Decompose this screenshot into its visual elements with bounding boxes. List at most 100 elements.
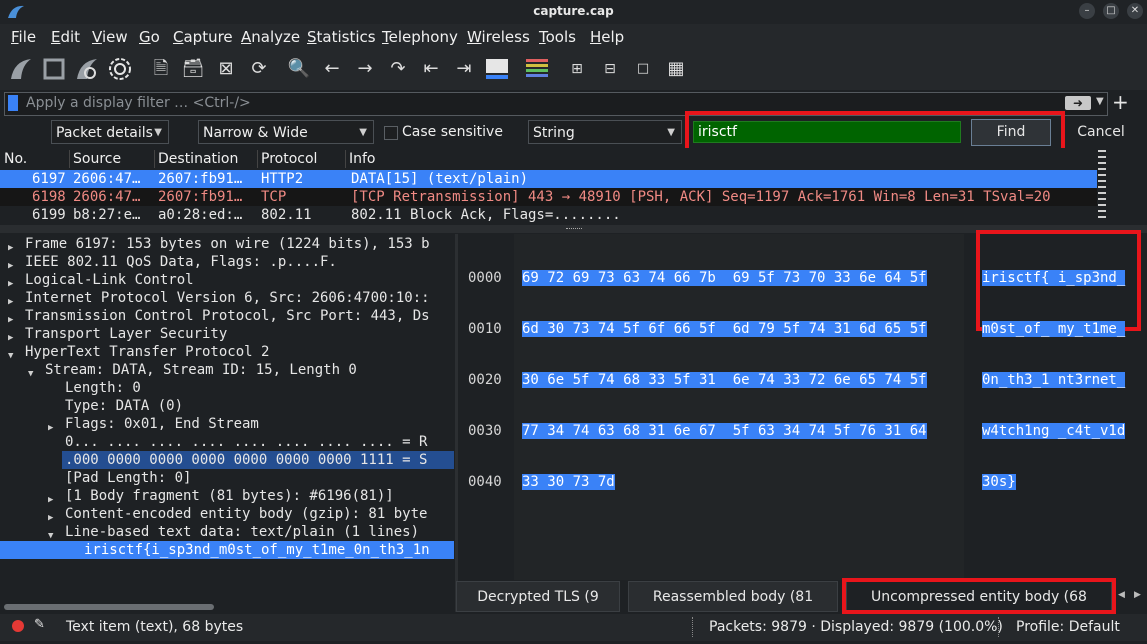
tab-decrypted-tls[interactable]: Decrypted TLS (9 bytes) <box>456 581 620 636</box>
tab-scroll-right-icon[interactable]: ▶ <box>1134 590 1141 600</box>
packet-list-scrollbar[interactable] <box>1098 150 1106 218</box>
hex-offset: 0000 <box>468 270 502 286</box>
search-icon[interactable]: 🔍 <box>286 56 312 82</box>
menu-edit[interactable]: Edit <box>51 28 80 46</box>
resize-columns-icon[interactable]: ▦ <box>663 56 689 82</box>
details-row[interactable]: .000 0000 0000 0000 0000 0000 0000 1111 … <box>0 451 454 469</box>
maximize-icon[interactable]: □ <box>1103 3 1119 19</box>
menu-view[interactable]: View <box>92 28 128 46</box>
details-row[interactable]: ▶ [1 Body fragment (81 bytes): #6196(81)] <box>0 487 454 505</box>
details-hscrollbar[interactable] <box>4 604 214 610</box>
hex-bytes[interactable]: 69 72 69 73 63 74 66 7b 69 5f 73 70 33 6… <box>522 236 927 508</box>
last-packet-icon[interactable]: ⇥ <box>451 56 477 82</box>
close-file-icon[interactable]: ⊠ <box>213 56 239 82</box>
packet-row[interactable]: 6198 2606:47… 2607:fb91… TCP [TCP Retran… <box>0 188 1097 206</box>
details-row-text: Logical-Link Control <box>25 272 194 288</box>
bookmark-icon[interactable] <box>8 95 18 111</box>
save-file-icon[interactable]: 🗃 <box>180 56 206 82</box>
status-profile[interactable]: Profile: Default <box>1016 619 1120 635</box>
packet-row[interactable]: 6199 b8:27:e… a0:28:ed:… 802.11 802.11 B… <box>0 206 1097 224</box>
details-row[interactable]: Length: 0 <box>0 379 454 397</box>
zoom-out-icon[interactable]: ⊟ <box>597 56 623 82</box>
details-row-text: .000 0000 0000 0000 0000 0000 0000 1111 … <box>65 452 428 468</box>
display-filter-placeholder: Apply a display filter … <Ctrl-/> <box>26 95 251 111</box>
column-header-protocol[interactable]: Protocol <box>261 151 317 167</box>
zoom-in-icon[interactable]: ⊞ <box>564 56 590 82</box>
hex-offset: 0020 <box>468 372 502 388</box>
hex-row: 30 6e 5f 74 68 33 5f 31 6e 74 33 72 6e 6… <box>522 372 927 388</box>
menu-file[interactable]: File <box>11 28 36 46</box>
apply-filter-arrow-icon[interactable]: ➜ <box>1065 96 1091 110</box>
arrow-left-icon[interactable]: ← <box>319 56 345 82</box>
colorize-icon[interactable] <box>524 56 550 82</box>
reload-file-icon[interactable]: ⟳ <box>246 56 272 82</box>
details-row[interactable]: ▶ Content-encoded entity body (gzip): 81 … <box>0 505 454 523</box>
column-header-no[interactable]: No. <box>4 151 27 167</box>
tab-reassembled-body[interactable]: Reassembled body (81 bytes) <box>628 581 838 636</box>
menu-analyze[interactable]: Analyze <box>241 28 300 46</box>
details-row-text: Line-based text data: text/plain (1 line… <box>65 524 420 540</box>
packet-details-pane: ▶ Frame 6197: 153 bytes on wire (1224 bit… <box>0 234 454 612</box>
close-icon[interactable]: ✕ <box>1127 3 1143 19</box>
details-row[interactable]: [Pad Length: 0] <box>0 469 454 487</box>
search-in-dropdown[interactable]: Packet details ▼ <box>51 120 169 144</box>
packet-protocol: 802.11 <box>261 207 312 223</box>
add-filter-button-icon[interactable]: + <box>1112 90 1129 114</box>
stop-square-icon[interactable] <box>41 56 67 82</box>
details-row[interactable]: ▶ Frame 6197: 153 bytes on wire (1224 bit… <box>0 235 454 253</box>
first-packet-icon[interactable]: ⇤ <box>418 56 444 82</box>
column-header-destination[interactable]: Destination <box>158 151 238 167</box>
menu-help[interactable]: Help <box>590 28 624 46</box>
minimize-icon[interactable]: – <box>1079 3 1095 19</box>
menu-go[interactable]: Go <box>139 28 160 46</box>
find-query-input[interactable]: irisctf <box>693 121 961 143</box>
menu-telephony[interactable]: Telephony <box>382 28 458 46</box>
details-row[interactable]: ▼ Line-based text data: text/plain (1 lin… <box>0 523 454 541</box>
filter-history-dropdown-icon[interactable]: ▼ <box>1096 96 1104 107</box>
arrow-right-icon[interactable]: → <box>352 56 378 82</box>
search-type-dropdown[interactable]: String ▼ <box>528 120 682 144</box>
hex-ascii[interactable]: irisctf{ i_sp3nd_ m0st_of_ my_t1me_ 0n_t… <box>982 236 1126 508</box>
normal-size-icon[interactable]: □ <box>630 56 656 82</box>
find-button[interactable]: Find <box>971 119 1051 146</box>
edit-comment-icon[interactable]: ✎ <box>34 617 45 632</box>
details-row[interactable]: ▶ Transmission Control Protocol, Src Port… <box>0 307 454 325</box>
chevron-down-icon: ▼ <box>359 127 367 138</box>
details-row[interactable]: irisctf{i_sp3nd_m0st_of_my_t1me_0n_th3_1… <box>0 541 454 559</box>
gear-options-icon[interactable] <box>107 56 133 82</box>
details-row[interactable]: Type: DATA (0) <box>0 397 454 415</box>
details-row[interactable]: ▶ Internet Protocol Version 6, Src: 2606:… <box>0 289 454 307</box>
details-row[interactable]: ▼ Stream: DATA, Stream ID: 15, Length 0 <box>0 361 454 379</box>
details-row[interactable]: ▶ Flags: 0x01, End Stream <box>0 415 454 433</box>
details-row[interactable]: ▶ Transport Layer Security <box>0 325 454 343</box>
packet-info: DATA[15] (text/plain) <box>351 171 529 187</box>
menu-tools[interactable]: Tools <box>539 28 576 46</box>
shark-fin-start-icon[interactable] <box>8 56 34 82</box>
char-width-dropdown[interactable]: Narrow & Wide ▼ <box>198 120 374 144</box>
details-row[interactable]: 0... .... .... .... .... .... .... .... … <box>0 433 454 451</box>
column-header-source[interactable]: Source <box>73 151 121 167</box>
open-file-icon[interactable]: 🗎 <box>148 56 174 82</box>
jump-back-icon[interactable]: ↷ <box>385 56 411 82</box>
menu-statistics[interactable]: Statistics <box>307 28 376 46</box>
column-divider <box>69 150 70 168</box>
hex-offset: 0030 <box>468 423 502 439</box>
case-sensitive-checkbox[interactable] <box>384 126 398 140</box>
packet-destination: 2607:fb91… <box>158 189 243 205</box>
details-row[interactable]: ▶ Logical-Link Control <box>0 271 454 289</box>
find-query-value: irisctf <box>698 124 737 140</box>
packet-row[interactable]: 6197 2606:47… 2607:fb91… HTTP2 DATA[15] … <box>0 170 1097 188</box>
details-row-text: Flags: 0x01, End Stream <box>65 416 259 432</box>
details-row[interactable]: ▼ HyperText Transfer Protocol 2 <box>0 343 454 361</box>
details-row[interactable]: ▶ IEEE 802.11 QoS Data, Flags: .p....F. <box>0 253 454 271</box>
autoscroll-icon[interactable] <box>484 56 510 82</box>
expert-info-icon[interactable] <box>12 620 24 632</box>
cancel-button[interactable]: Cancel <box>1067 119 1135 146</box>
details-row-text: 0... .... .... .... .... .... .... .... … <box>65 434 428 450</box>
pane-divider-vertical[interactable] <box>455 234 458 612</box>
menu-wireless[interactable]: Wireless <box>467 28 530 46</box>
shark-fin-restart-icon[interactable] <box>74 56 100 82</box>
tab-scroll-left-icon[interactable]: ◀ <box>1118 590 1125 600</box>
menu-capture[interactable]: Capture <box>173 28 233 46</box>
column-header-info[interactable]: Info <box>349 151 376 167</box>
